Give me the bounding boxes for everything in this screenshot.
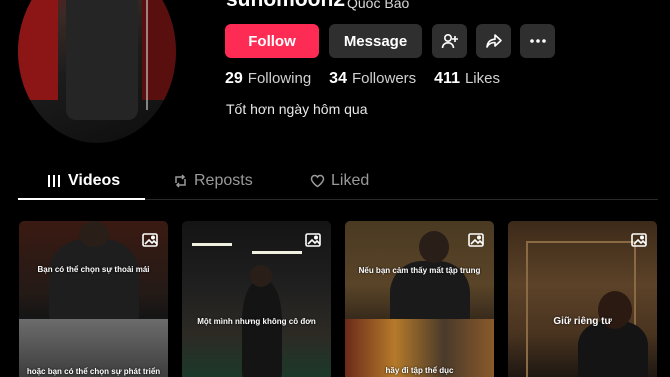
likes-count: 411 xyxy=(434,70,460,87)
tab-videos[interactable]: Videos xyxy=(48,172,120,190)
video-caption-top: Bạn có thể chọn sự thoải mái xyxy=(37,265,150,274)
tab-reposts-label: Reposts xyxy=(194,172,253,189)
followers-stat[interactable]: 34 Followers xyxy=(329,70,416,88)
video-card[interactable]: Giữ riêng tư xyxy=(508,221,657,377)
video-card[interactable]: Một mình nhưng không cô đơn xyxy=(182,221,331,377)
following-stat[interactable]: 29 Following xyxy=(225,70,311,88)
share-button[interactable] xyxy=(476,24,511,58)
likes-label: Likes xyxy=(464,70,500,87)
followers-label: Followers xyxy=(351,70,417,87)
grid-icon xyxy=(48,175,60,187)
likes-stat: 411 Likes xyxy=(434,70,500,88)
video-caption-top: Giữ riêng tư xyxy=(553,316,612,327)
video-caption-bottom: hoặc bạn có thể chọn sự phát triển xyxy=(26,367,161,376)
video-thumbnail-light xyxy=(252,251,302,254)
more-options-button[interactable] xyxy=(520,24,555,58)
video-caption-top: Nếu bạn cảm thấy mất tập trung xyxy=(358,266,481,275)
follow-button[interactable]: Follow xyxy=(225,24,319,58)
tab-liked-label: Liked xyxy=(331,172,370,189)
video-thumbnail-head xyxy=(419,231,449,263)
video-thumbnail-person xyxy=(578,321,648,377)
followers-count: 34 xyxy=(329,70,347,87)
video-thumbnail-head xyxy=(79,221,109,247)
photo-carousel-icon xyxy=(631,233,647,247)
avatar-background-wall xyxy=(18,0,58,100)
video-card[interactable]: Nếu bạn cảm thấy mất tập trung hãy đi tậ… xyxy=(345,221,494,377)
photo-carousel-icon xyxy=(142,233,158,247)
heart-icon xyxy=(310,174,325,188)
profile-username: sunomoon2 xyxy=(226,0,345,12)
following-count: 29 xyxy=(225,70,243,87)
avatar-person xyxy=(66,0,138,120)
video-thumbnail-light xyxy=(192,243,232,246)
profile-bio: Tốt hơn ngày hôm qua xyxy=(226,101,368,117)
photo-carousel-icon xyxy=(468,233,484,247)
repost-icon xyxy=(175,174,186,188)
video-caption-bottom: hãy đi tập thể dục xyxy=(385,366,454,375)
profile-stats: 29 Following 34 Followers 411 Likes xyxy=(225,70,500,88)
tab-reposts[interactable]: Reposts xyxy=(173,172,253,190)
tab-videos-label: Videos xyxy=(68,172,121,189)
video-thumbnail-person xyxy=(49,239,139,324)
add-friend-button[interactable] xyxy=(432,24,467,58)
add-user-icon xyxy=(441,33,458,49)
photo-carousel-icon xyxy=(305,233,321,247)
share-arrow-icon xyxy=(485,34,502,48)
active-tab-indicator xyxy=(18,198,145,200)
following-label: Following xyxy=(247,70,312,87)
tab-liked[interactable]: Liked xyxy=(310,172,369,190)
profile-tabs: Videos Reposts Liked xyxy=(18,170,658,200)
video-grid: Bạn có thể chọn sự thoải mái hoặc bạn có… xyxy=(19,221,659,377)
video-card[interactable]: Bạn có thể chọn sự thoải mái hoặc bạn có… xyxy=(19,221,168,377)
profile-avatar[interactable] xyxy=(18,0,176,143)
avatar-gym-cable xyxy=(146,0,148,110)
video-thumbnail-person xyxy=(242,281,282,377)
more-dots-icon xyxy=(529,39,546,43)
profile-nickname: Quốc Bảo xyxy=(347,0,410,11)
message-button[interactable]: Message xyxy=(329,24,422,58)
video-thumbnail-head xyxy=(250,265,272,287)
video-caption-top: Một mình nhưng không cô đơn xyxy=(197,317,316,326)
